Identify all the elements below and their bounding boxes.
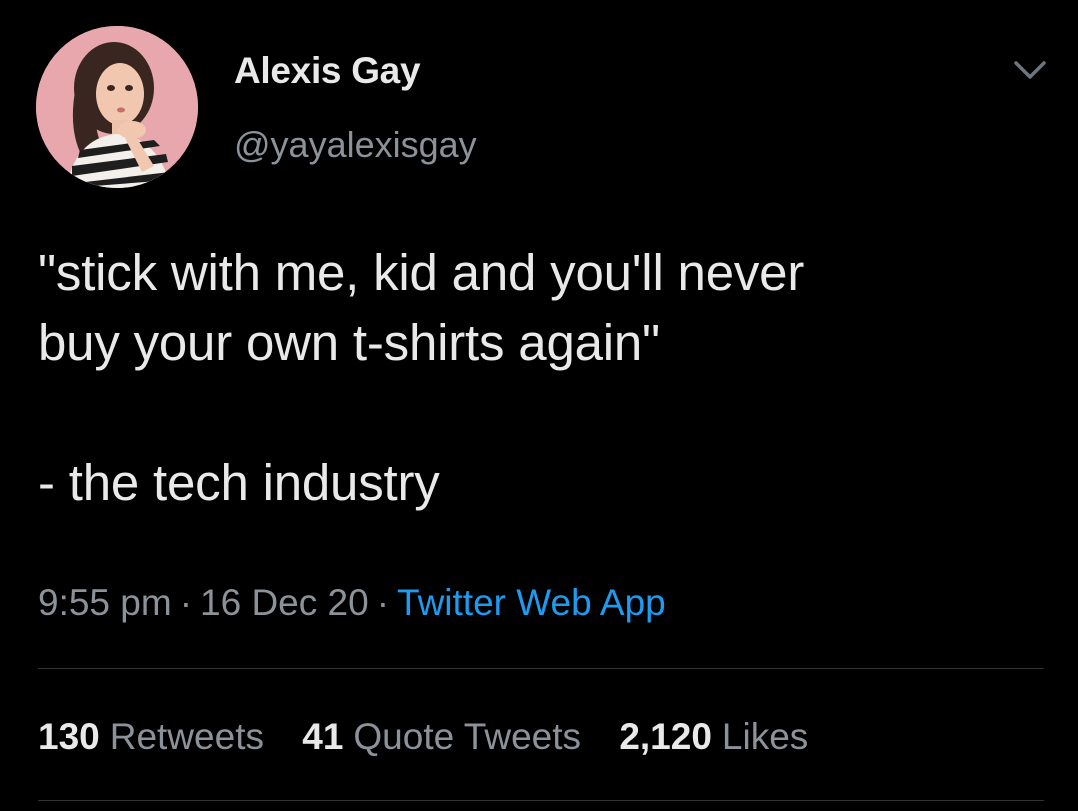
divider (38, 800, 1044, 801)
chevron-down-icon[interactable] (1010, 55, 1050, 85)
author-display-name[interactable]: Alexis Gay (234, 50, 421, 92)
likes-stat[interactable]: 2,120 Likes (619, 716, 808, 757)
divider (38, 668, 1044, 669)
retweets-count: 130 (38, 716, 100, 757)
author-handle[interactable]: @yayalexisgay (234, 124, 477, 166)
tweet-source-link[interactable]: Twitter Web App (397, 582, 666, 623)
profile-photo-icon (36, 26, 198, 188)
retweets-stat[interactable]: 130 Retweets (38, 716, 264, 757)
likes-label: Likes (721, 716, 809, 757)
meta-separator: · (179, 582, 193, 623)
retweets-label: Retweets (109, 716, 264, 757)
quote-tweets-count: 41 (302, 716, 344, 757)
quote-tweets-stat[interactable]: 41 Quote Tweets (302, 716, 581, 757)
likes-count: 2,120 (619, 716, 712, 757)
tweet-date[interactable]: 16 Dec 20 (200, 582, 369, 623)
tweet-time[interactable]: 9:55 pm (38, 582, 172, 623)
tweet-stats: 130 Retweets 41 Quote Tweets 2,120 Likes (38, 716, 836, 758)
meta-separator: · (376, 582, 390, 623)
tweet-meta: 9:55 pm · 16 Dec 20 · Twitter Web App (38, 582, 666, 624)
quote-tweets-label: Quote Tweets (353, 716, 582, 757)
avatar[interactable] (36, 26, 198, 188)
tweet-text: "stick with me, kid and you'll never buy… (38, 244, 805, 511)
